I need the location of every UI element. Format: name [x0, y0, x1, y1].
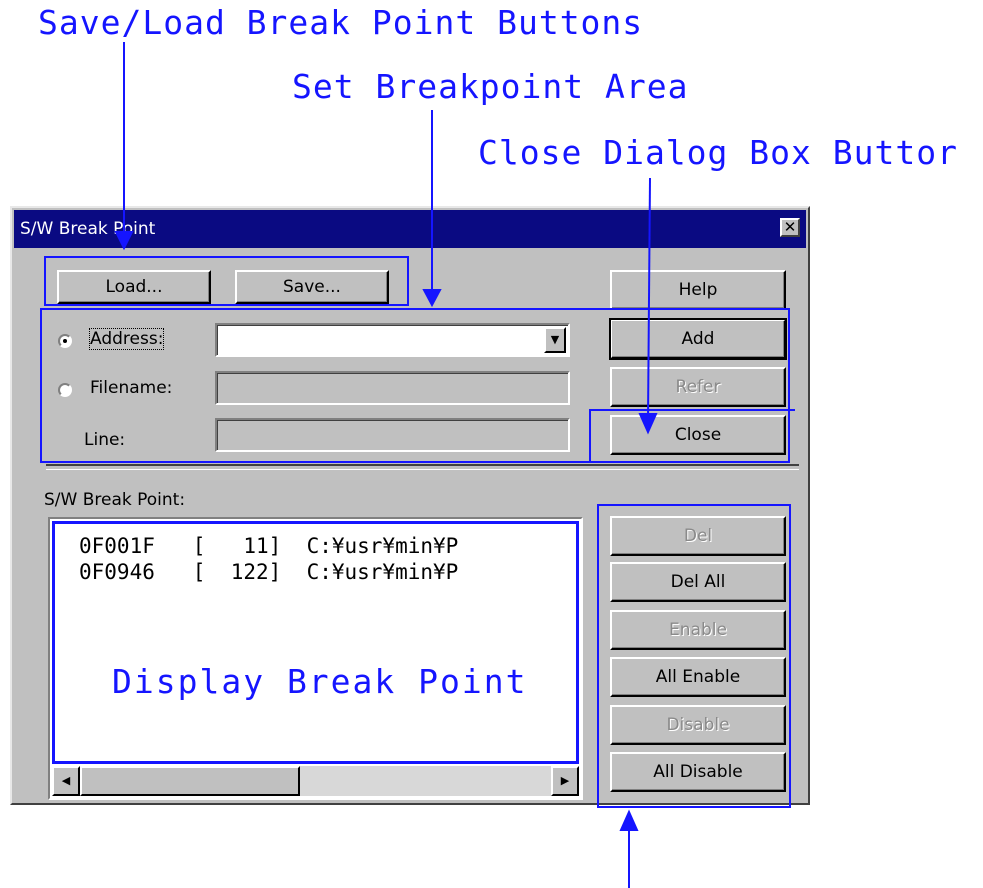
breakpoint-list[interactable]: 0F001F [ 11] C:¥usr¥min¥P 0F0946 [ 122] … — [48, 517, 583, 800]
separator — [46, 464, 799, 470]
side-buttons-highlight — [597, 504, 791, 808]
dialog-title: S/W Break Point — [20, 219, 156, 239]
close-icon[interactable]: ✕ — [780, 218, 800, 237]
callout-save-load: Save/Load Break Point Buttons — [38, 3, 644, 42]
save-load-highlight — [44, 256, 409, 306]
help-button[interactable]: Help — [610, 270, 786, 310]
scroll-thumb[interactable] — [80, 766, 300, 796]
list-item[interactable]: 0F0946 [ 122] C:¥usr¥min¥P — [79, 560, 458, 584]
title-bar: S/W Break Point ✕ — [14, 210, 806, 248]
arrow-right-icon[interactable]: ▶ — [551, 766, 579, 796]
list-label: S/W Break Point: — [44, 490, 186, 510]
list-item[interactable]: 0F001F [ 11] C:¥usr¥min¥P — [79, 534, 458, 558]
horizontal-scrollbar[interactable]: ◀ ▶ — [52, 766, 579, 796]
breakpoint-list-highlight: 0F001F [ 11] C:¥usr¥min¥P 0F0946 [ 122] … — [52, 521, 579, 764]
callout-set-area: Set Breakpoint Area — [292, 67, 689, 106]
callout-display: Display Break Point — [112, 662, 528, 701]
callout-close-button: Close Dialog Box Buttor — [478, 133, 958, 172]
arrow-left-icon[interactable]: ◀ — [52, 766, 80, 796]
set-area-highlight — [40, 308, 790, 463]
